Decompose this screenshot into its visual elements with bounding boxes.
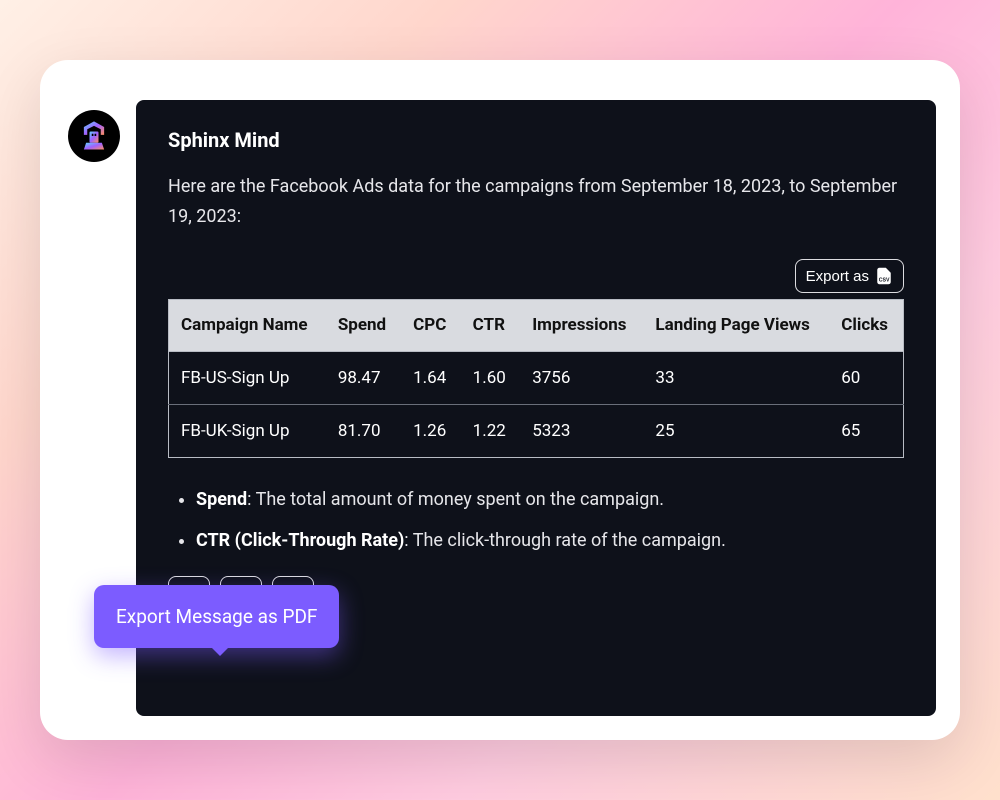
cell-lpv: 33: [643, 352, 829, 405]
message-intro: Here are the Facebook Ads data for the c…: [168, 172, 904, 231]
col-ctr: CTR: [461, 300, 521, 352]
campaign-table: Campaign Name Spend CPC CTR Impressions …: [168, 299, 904, 458]
cell-cpc: 1.64: [401, 352, 461, 405]
col-clicks: Clicks: [829, 300, 903, 352]
col-spend: Spend: [326, 300, 401, 352]
cell-campaign: FB-UK-Sign Up: [169, 405, 326, 458]
export-csv-button[interactable]: Export as CSV: [795, 259, 904, 293]
col-cpc: CPC: [401, 300, 461, 352]
tooltip-export-pdf: Export Message as PDF: [94, 585, 339, 648]
cell-clicks: 65: [829, 405, 903, 458]
avatar: [68, 110, 120, 162]
table-row: FB-UK-Sign Up 81.70 1.26 1.22 5323 25 65: [169, 405, 904, 458]
cell-spend: 81.70: [326, 405, 401, 458]
definition-item: CTR (Click-Through Rate): The click-thro…: [196, 527, 904, 556]
col-campaign: Campaign Name: [169, 300, 326, 352]
cell-campaign: FB-US-Sign Up: [169, 352, 326, 405]
definition-desc: : The click-through rate of the campaign…: [404, 530, 726, 551]
svg-text:CSV: CSV: [879, 278, 890, 284]
export-label: Export as: [806, 268, 869, 285]
cell-ctr: 1.22: [461, 405, 521, 458]
cell-lpv: 25: [643, 405, 829, 458]
export-row: Export as CSV: [168, 259, 904, 293]
app-title: Sphinx Mind: [168, 128, 904, 152]
table-header-row: Campaign Name Spend CPC CTR Impressions …: [169, 300, 904, 352]
cell-cpc: 1.26: [401, 405, 461, 458]
cell-ctr: 1.60: [461, 352, 521, 405]
sphinx-logo-icon: [76, 118, 112, 154]
cell-spend: 98.47: [326, 352, 401, 405]
table-row: FB-US-Sign Up 98.47 1.64 1.60 3756 33 60: [169, 352, 904, 405]
cell-clicks: 60: [829, 352, 903, 405]
col-impressions: Impressions: [520, 300, 643, 352]
definition-term: Spend: [196, 489, 247, 510]
app-card: Sphinx Mind Here are the Facebook Ads da…: [40, 60, 960, 740]
cell-impressions: 3756: [520, 352, 643, 405]
cell-impressions: 5323: [520, 405, 643, 458]
definitions-list: Spend: The total amount of money spent o…: [168, 486, 904, 556]
csv-file-icon: CSV: [875, 266, 893, 286]
definition-term: CTR (Click-Through Rate): [196, 530, 404, 551]
definition-item: Spend: The total amount of money spent o…: [196, 486, 904, 515]
definition-desc: : The total amount of money spent on the…: [247, 489, 664, 510]
col-lpv: Landing Page Views: [643, 300, 829, 352]
